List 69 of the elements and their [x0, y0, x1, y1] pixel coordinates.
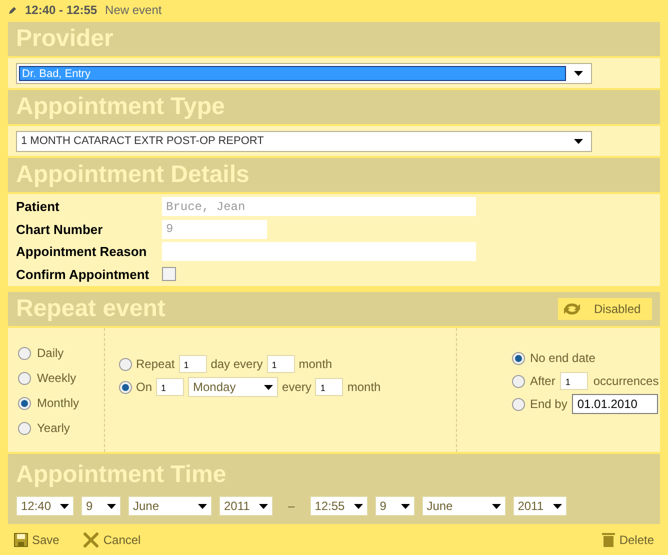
- option-label: No end date: [530, 350, 596, 367]
- caret-icon: [552, 504, 562, 508]
- caret-icon: [400, 504, 410, 508]
- time-dropdown[interactable]: 9: [374, 496, 415, 516]
- radio-button[interactable]: [512, 352, 525, 364]
- field-label: Appointment Reason: [16, 243, 148, 261]
- field-label: Confirm Appointment: [16, 266, 150, 284]
- number-field[interactable]: 1: [156, 378, 184, 396]
- caret-icon: [354, 504, 363, 508]
- option-label: month: [298, 356, 332, 373]
- time-dropdown[interactable]: June: [422, 496, 506, 516]
- option-label: Daily: [37, 345, 64, 362]
- time-dropdown[interactable]: 12:40: [16, 496, 74, 516]
- time-dropdown[interactable]: 2011: [219, 496, 273, 516]
- radio-button[interactable]: [18, 396, 31, 410]
- radio-button[interactable]: [119, 380, 132, 394]
- weekday-dropdown[interactable]: Monday: [188, 377, 278, 397]
- field-label: Patient: [16, 198, 60, 216]
- range-separator: –: [287, 498, 296, 515]
- selected-option: 1 MONTH CATARACT EXTR POST-OP REPORT: [19, 134, 566, 148]
- option-label: Repeat: [136, 356, 175, 373]
- text-field[interactable]: [162, 242, 476, 262]
- option-label: Monthly: [37, 395, 80, 412]
- caret-icon: [107, 504, 116, 508]
- caret-icon: [259, 504, 268, 508]
- caret-icon: [60, 504, 69, 508]
- field-label: Chart Number: [16, 220, 104, 238]
- option-label: After: [530, 373, 556, 390]
- caret-icon: [198, 504, 207, 508]
- cross-icon: [83, 532, 100, 548]
- save-button[interactable]: Save: [14, 530, 60, 548]
- option-label: month: [347, 379, 381, 396]
- option-label: occurrences: [593, 373, 659, 390]
- date-field[interactable]: 01.01.2010: [572, 394, 658, 414]
- number-field[interactable]: 1: [315, 378, 344, 396]
- option-label: every: [282, 379, 312, 396]
- time-dropdown[interactable]: June: [128, 496, 212, 516]
- delete-button[interactable]: Delete: [602, 530, 654, 548]
- caret-icon: [574, 70, 583, 76]
- option-label: End by: [530, 396, 568, 413]
- caret-icon: [264, 384, 274, 390]
- cancel-button[interactable]: Cancel: [83, 530, 141, 548]
- trash-icon: [602, 532, 616, 547]
- radio-button[interactable]: [18, 422, 31, 434]
- refresh-icon: [562, 301, 582, 317]
- radio-button[interactable]: [119, 358, 132, 370]
- caret-icon: [574, 138, 583, 144]
- option-label: Weekly: [37, 370, 76, 387]
- option-label: On: [136, 379, 152, 396]
- option-label: day every: [210, 356, 263, 373]
- checkbox[interactable]: [162, 267, 176, 282]
- repeat-toggle-button[interactable]: Disabled: [558, 298, 652, 320]
- pencil-icon: [8, 6, 17, 14]
- caret-icon: [492, 504, 501, 508]
- radio-button[interactable]: [512, 398, 525, 410]
- time-dropdown[interactable]: 2011: [512, 496, 567, 516]
- event-time: 12:40 - 12:55: [25, 2, 98, 19]
- radio-button[interactable]: [18, 372, 31, 384]
- selected-option: Dr. Bad, Entry: [19, 66, 566, 80]
- appointment-type-dropdown[interactable]: 1 MONTH CATARACT EXTR POST-OP REPORT: [16, 130, 592, 152]
- window-title: New event: [105, 2, 162, 19]
- radio-button[interactable]: [18, 346, 31, 360]
- number-field[interactable]: 1: [266, 355, 295, 373]
- number-field[interactable]: 1: [560, 372, 588, 390]
- option-label: Yearly: [37, 420, 70, 437]
- time-dropdown[interactable]: 9: [81, 496, 121, 516]
- number-field[interactable]: 1: [178, 355, 207, 373]
- radio-button[interactable]: [512, 374, 525, 388]
- time-dropdown[interactable]: 12:55: [310, 496, 368, 516]
